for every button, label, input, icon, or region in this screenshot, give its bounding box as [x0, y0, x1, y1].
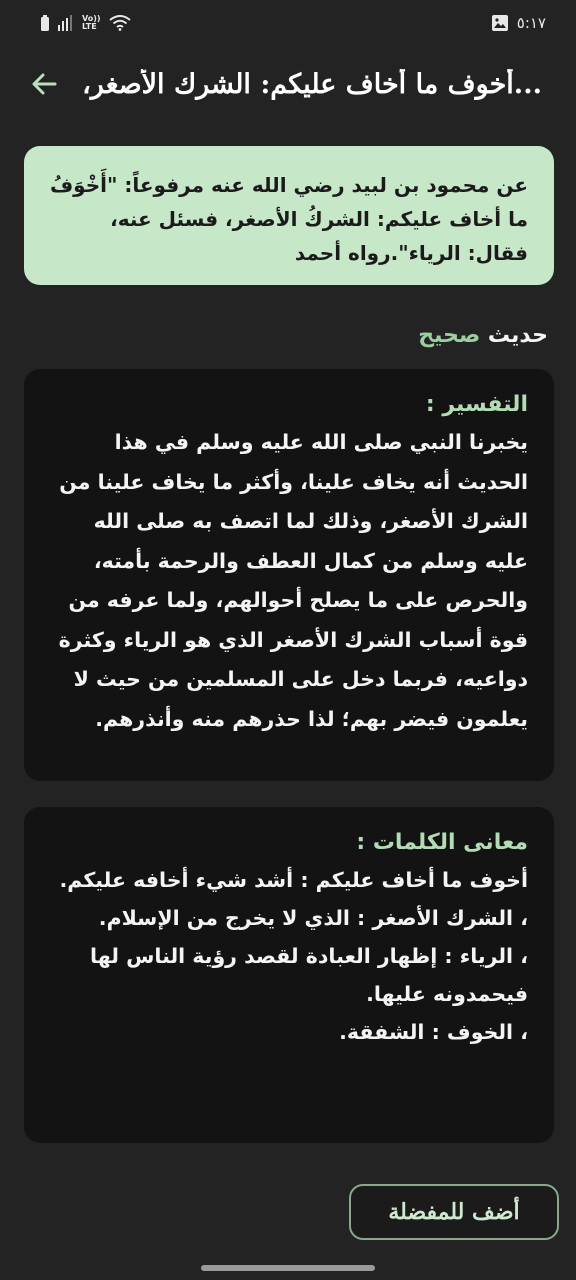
grade-label: حديث [487, 323, 548, 348]
tafsir-card: التفسير : يخبرنا النبي صلى الله عليه وسل… [24, 369, 554, 781]
hadith-text-card: عن محمود بن لبيد رضي الله عنه مرفوعاً: "… [24, 146, 554, 285]
meaning-item: ، الخوف : الشفقة. [339, 1020, 528, 1044]
tafsir-heading: التفسير : [425, 392, 528, 417]
hadith-text: عن محمود بن لبيد رضي الله عنه مرفوعاً: "… [49, 173, 528, 265]
battery-icon [40, 14, 50, 32]
grade-value: صحيح [418, 323, 481, 348]
hadith-content: عن محمود بن لبيد رضي الله عنه مرفوعاً: "… [24, 146, 554, 1143]
meaning-item: ، الرياء : إظهار العبادة لقصد رؤية الناس… [90, 944, 528, 1006]
meaning-item: أخوف ما أخاف عليكم : أشد شيء أخافه عليكم… [59, 868, 529, 892]
hadith-grade: حديث صحيح [24, 323, 554, 357]
status-icons: Vo)) LTE [40, 14, 131, 32]
meaning-item: ، الشرك الأصغر : الذي لا يخرج من الإسلام… [98, 906, 528, 930]
arrow-left-icon [32, 73, 57, 95]
app-bar: ...أخوف ما أخاف عليكم: الشرك الأصغر، ف [0, 46, 576, 122]
network-type-label: Vo)) LTE [82, 14, 101, 31]
wifi-icon [108, 15, 131, 31]
gallery-notification-icon [491, 14, 509, 32]
page-title: ...أخوف ما أخاف عليكم: الشرك الأصغر، ف [80, 68, 542, 100]
back-button[interactable] [24, 64, 64, 104]
tafsir-body: يخبرنا النبي صلى الله عليه وسلم في هذا ا… [58, 430, 528, 731]
add-to-favorites-button[interactable]: أضف للمفضلة [349, 1184, 559, 1240]
signal-icon [58, 15, 74, 31]
meanings-heading: معانى الكلمات : [356, 830, 528, 855]
status-bar: Vo)) LTE ٥:١٧ [0, 0, 576, 46]
home-indicator[interactable] [201, 1265, 375, 1271]
status-right: ٥:١٧ [491, 14, 546, 32]
meanings-card: معانى الكلمات : أخوف ما أخاف عليكم : أشد… [24, 807, 554, 1143]
clock: ٥:١٧ [516, 14, 546, 32]
